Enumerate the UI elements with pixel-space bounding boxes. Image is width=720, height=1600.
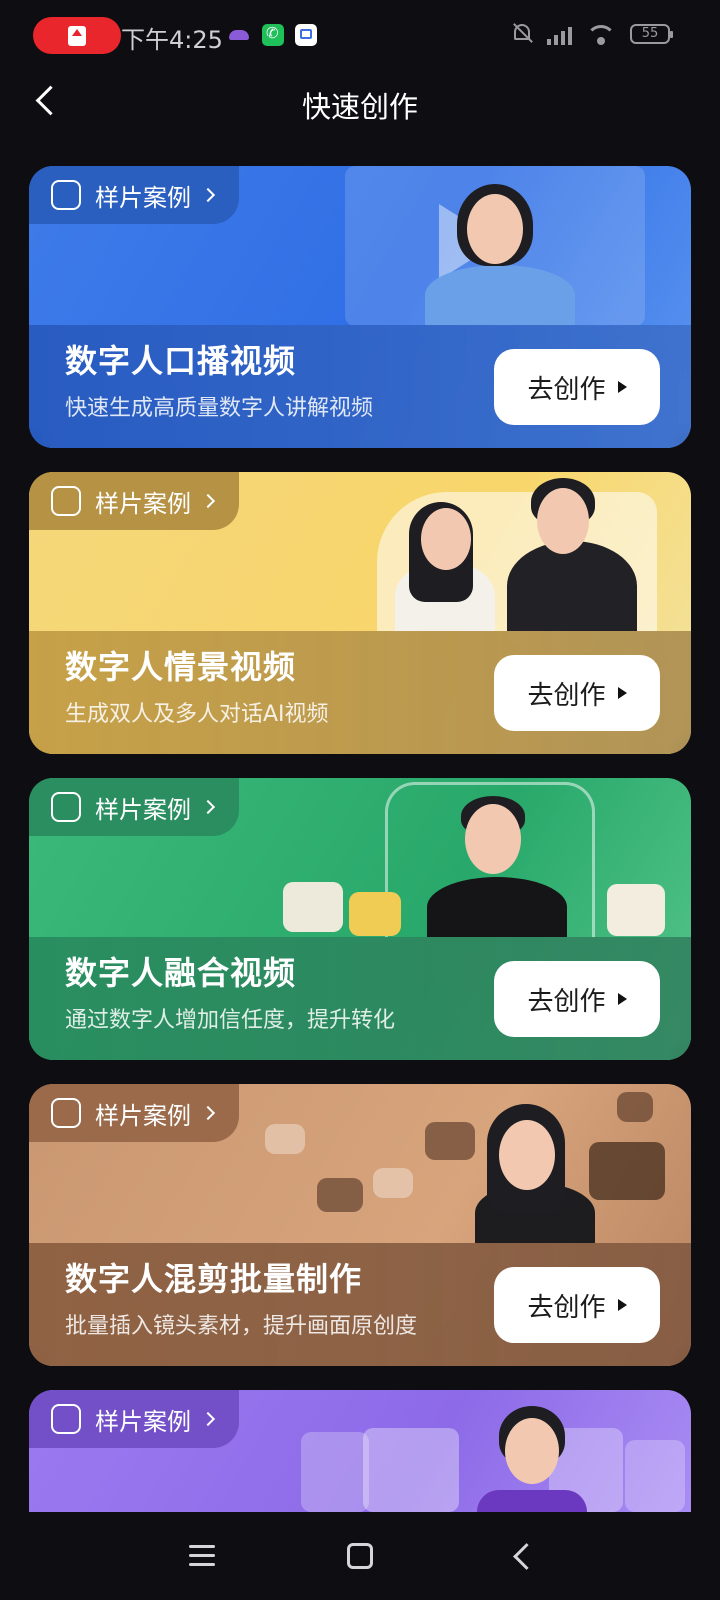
create-button[interactable]: 去创作 bbox=[494, 961, 660, 1037]
card-avatar-custom[interactable]: 样片案例 bbox=[29, 1390, 691, 1512]
sample-case-tag[interactable]: 样片案例 bbox=[29, 166, 239, 224]
avatar-body bbox=[477, 1490, 587, 1512]
recent-apps-button[interactable] bbox=[189, 1545, 215, 1567]
host-face bbox=[465, 804, 521, 874]
chevron-right-icon bbox=[200, 187, 216, 203]
avatar-face bbox=[505, 1418, 559, 1484]
signal-icon bbox=[547, 23, 572, 45]
create-button-label: 去创作 bbox=[527, 1292, 606, 1323]
create-button-label: 去创作 bbox=[527, 374, 606, 405]
card-title: 数字人混剪批量制作 bbox=[65, 1260, 363, 1298]
sample-case-label: 样片案例 bbox=[95, 795, 191, 824]
create-button[interactable]: 去创作 bbox=[494, 1267, 660, 1343]
card-title: 数字人融合视频 bbox=[65, 954, 297, 992]
chevron-right-icon bbox=[200, 1411, 216, 1427]
create-button-label: 去创作 bbox=[527, 986, 606, 1017]
create-button[interactable]: 去创作 bbox=[494, 349, 660, 425]
avatar-frame bbox=[625, 1440, 685, 1512]
avatar-frame bbox=[301, 1432, 369, 1512]
system-back-button[interactable] bbox=[510, 1544, 534, 1568]
chevron-right-icon bbox=[200, 799, 216, 815]
home-button[interactable] bbox=[347, 1543, 373, 1569]
play-arrow-icon bbox=[617, 687, 627, 699]
card-fusion-video[interactable]: 样片案例 数字人融合视频 通过数字人增加信任度，提升转化 去创作 bbox=[29, 778, 691, 1060]
avatar-frame bbox=[363, 1428, 459, 1512]
card-scenario-video[interactable]: 样片案例 数字人情景视频 生成双人及多人对话AI视频 去创作 bbox=[29, 472, 691, 754]
sample-case-tag[interactable]: 样片案例 bbox=[29, 1084, 239, 1142]
video-tile bbox=[589, 1142, 665, 1200]
wifi-icon bbox=[586, 23, 616, 45]
clapperboard-icon bbox=[51, 486, 81, 516]
video-tile bbox=[317, 1178, 363, 1212]
sample-case-tag[interactable]: 样片案例 bbox=[29, 778, 239, 836]
mute-bell-icon bbox=[511, 22, 533, 46]
interviewee-face bbox=[537, 488, 589, 554]
card-subtitle: 生成双人及多人对话AI视频 bbox=[65, 702, 329, 727]
presenter-illustration bbox=[425, 265, 575, 325]
product-snack-left bbox=[283, 882, 343, 932]
video-tile bbox=[617, 1092, 653, 1122]
host-illustration bbox=[427, 877, 567, 937]
card-talking-head-video[interactable]: 样片案例 数字人口播视频 快速生成高质量数字人讲解视频 去创作 bbox=[29, 166, 691, 448]
sample-case-label: 样片案例 bbox=[95, 1101, 191, 1130]
sample-case-label: 样片案例 bbox=[95, 1407, 191, 1436]
product-snack-mid bbox=[349, 892, 401, 936]
chevron-right-icon bbox=[200, 493, 216, 509]
shopping-bag-icon bbox=[51, 792, 81, 822]
card-batch-mix-edit[interactable]: 样片案例 数字人混剪批量制作 批量插入镜头素材，提升画面原创度 去创作 bbox=[29, 1084, 691, 1366]
play-square-plus-icon bbox=[51, 180, 81, 210]
create-button-label: 去创作 bbox=[527, 680, 606, 711]
interviewer-face bbox=[421, 508, 471, 570]
presenter-face bbox=[467, 194, 523, 264]
play-arrow-icon bbox=[617, 1299, 627, 1311]
card-subtitle: 批量插入镜头素材，提升画面原创度 bbox=[65, 1314, 418, 1339]
person-ai-icon bbox=[51, 1404, 81, 1434]
status-time: 下午4:25 bbox=[121, 26, 223, 54]
video-tile bbox=[425, 1122, 475, 1160]
screen-record-indicator[interactable] bbox=[33, 17, 121, 54]
card-title: 数字人情景视频 bbox=[65, 648, 297, 686]
phone-icon bbox=[262, 24, 284, 46]
interviewee-illustration bbox=[507, 541, 637, 631]
sample-case-tag[interactable]: 样片案例 bbox=[29, 1390, 239, 1448]
page-title: 快速创作 bbox=[301, 90, 418, 124]
card-subtitle: 通过数字人增加信任度，提升转化 bbox=[65, 1008, 396, 1033]
play-arrow-icon bbox=[617, 381, 627, 393]
play-arrow-icon bbox=[617, 993, 627, 1005]
product-snack-right bbox=[607, 884, 665, 936]
status-indicators: 55 bbox=[511, 22, 673, 46]
card-title: 数字人口播视频 bbox=[65, 342, 297, 380]
chevron-right-icon bbox=[200, 1105, 216, 1121]
app-notification-icon bbox=[229, 30, 249, 40]
upload-icon bbox=[68, 25, 86, 46]
card-subtitle: 快速生成高质量数字人讲解视频 bbox=[65, 396, 374, 421]
status-bar: 下午4:25 55 bbox=[0, 0, 720, 70]
video-tile bbox=[265, 1124, 305, 1154]
video-stack-icon bbox=[51, 1098, 81, 1128]
sample-case-tag[interactable]: 样片案例 bbox=[29, 472, 239, 530]
sample-case-label: 样片案例 bbox=[95, 489, 191, 518]
presenter-face bbox=[499, 1120, 555, 1190]
sample-case-label: 样片案例 bbox=[95, 183, 191, 212]
video-tile bbox=[373, 1168, 413, 1198]
create-button[interactable]: 去创作 bbox=[494, 655, 660, 731]
screen-cast-icon bbox=[295, 24, 317, 46]
battery-icon: 55 bbox=[630, 24, 673, 44]
